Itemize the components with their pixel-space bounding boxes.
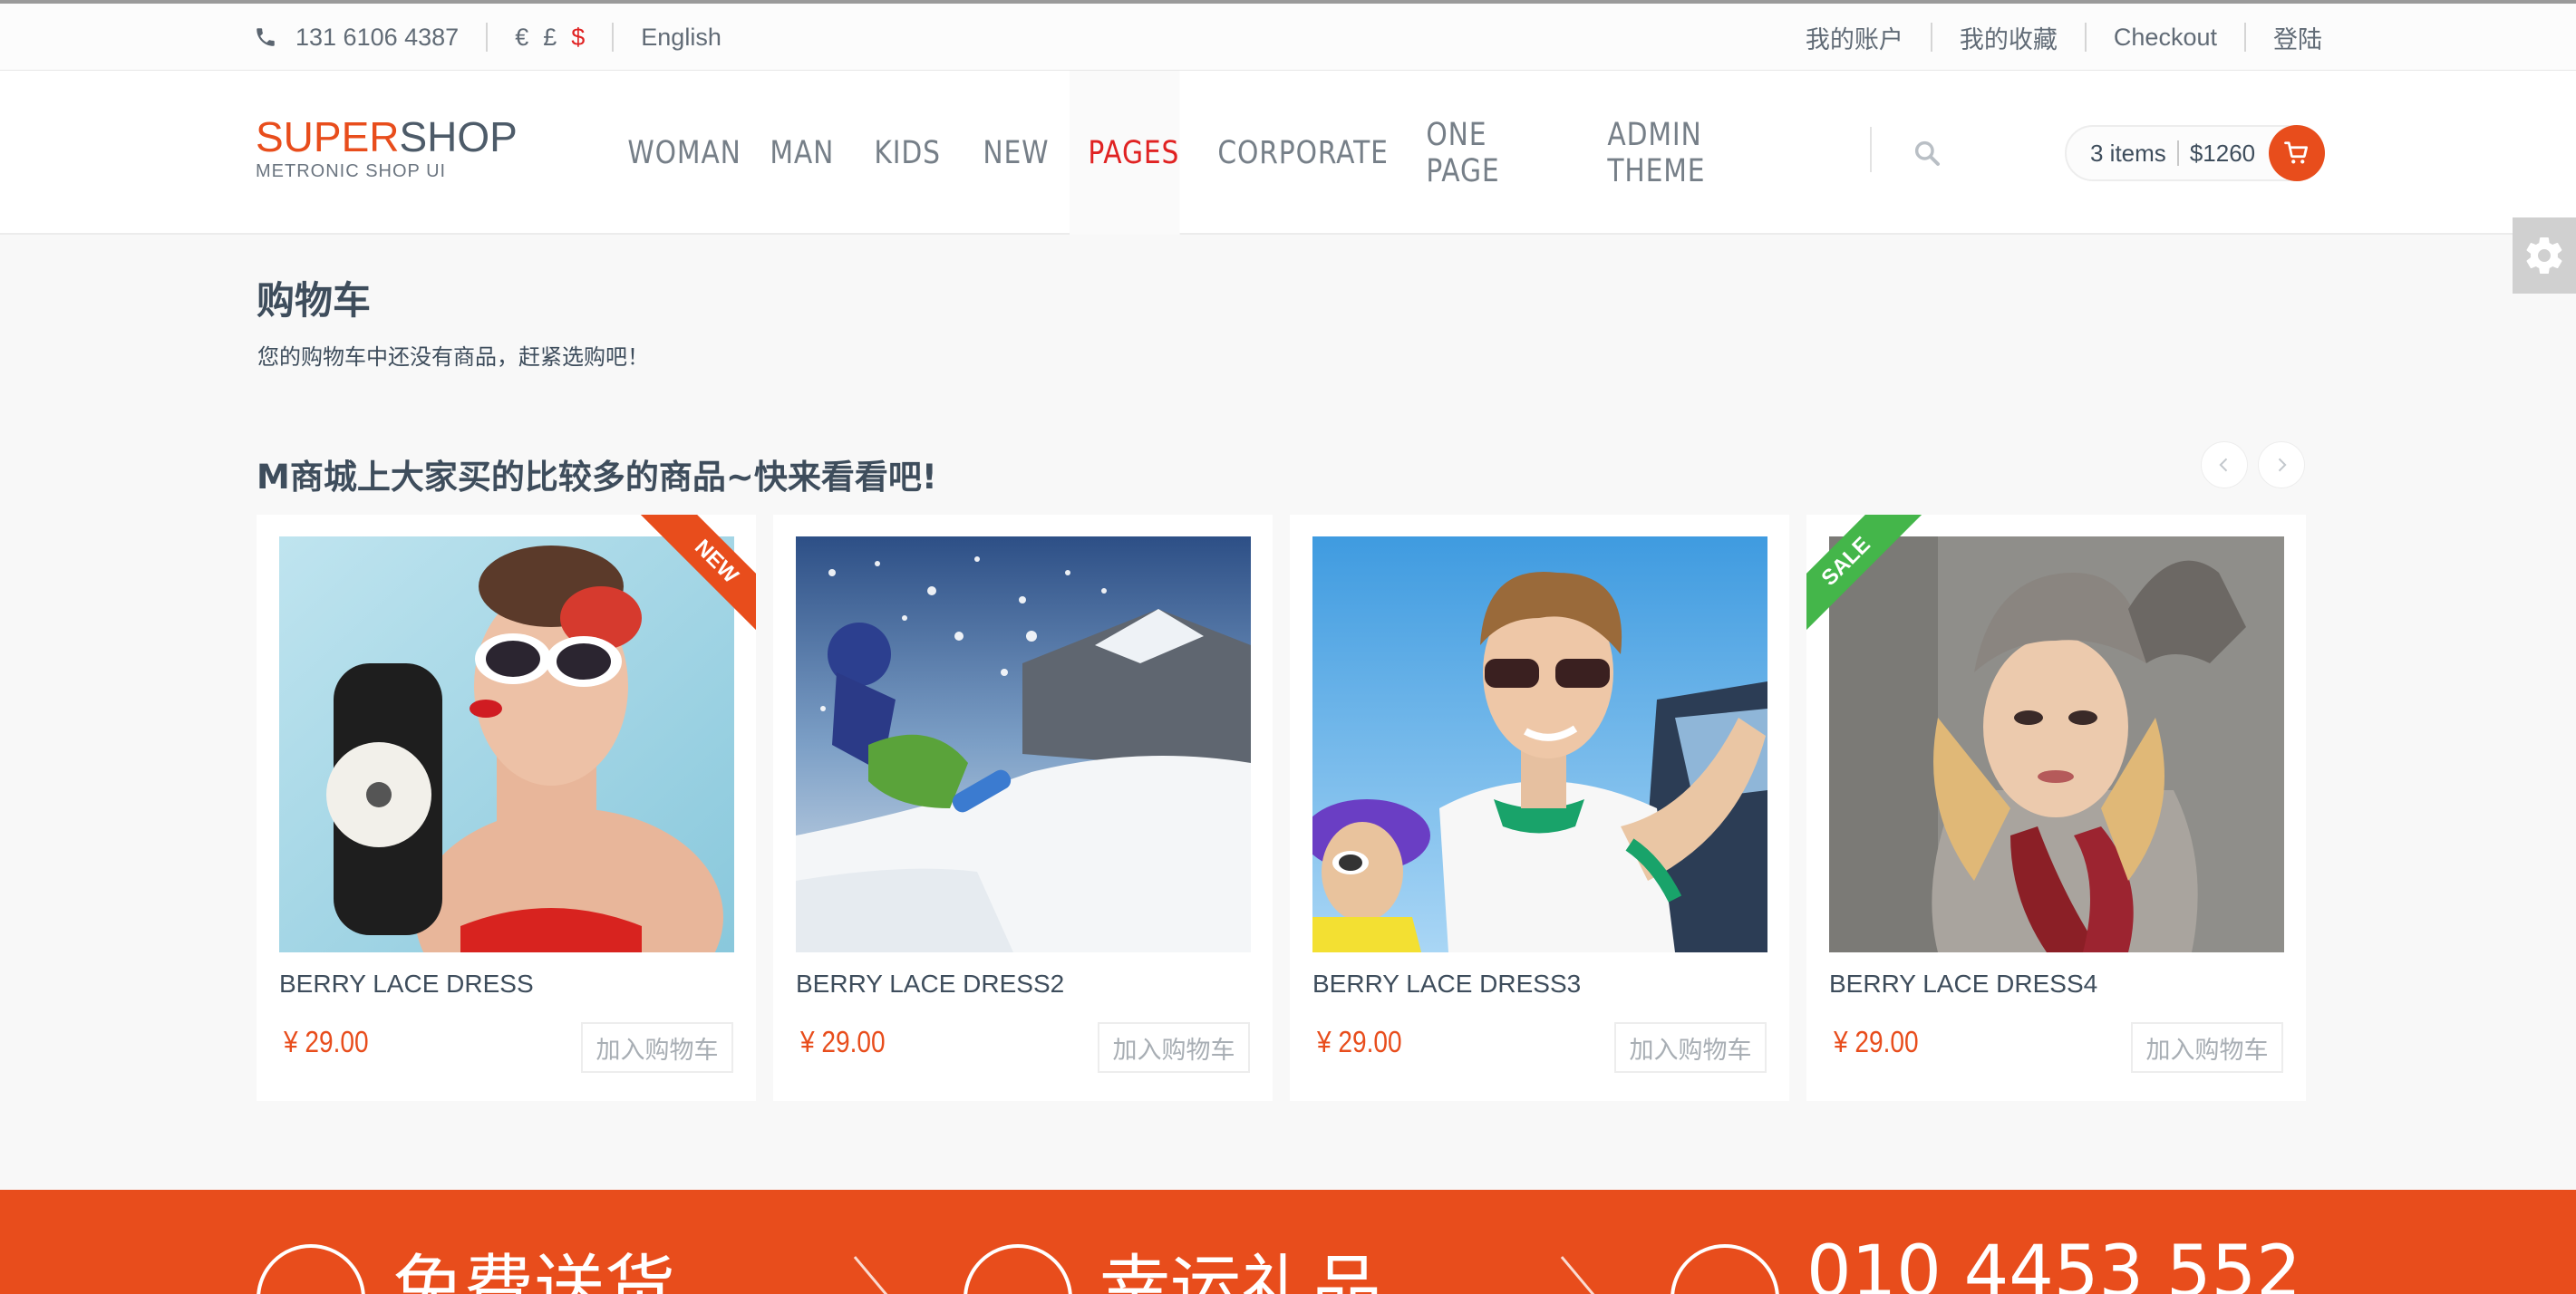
ribbon-label: SALE	[1806, 515, 1924, 633]
product-card[interactable]: BERRY LACE DRESS4 ¥ 29.00 加入购物车 SALE	[1806, 515, 2306, 1101]
nav-divider	[1870, 127, 1872, 172]
my-account-link[interactable]: 我的账户	[1806, 20, 1903, 55]
divider	[612, 23, 615, 52]
nav-item-one-page[interactable]: ONE PAGE	[1408, 71, 1562, 235]
cart-item-count: 3 items	[2090, 139, 2166, 167]
phone-icon	[257, 28, 275, 46]
product-card[interactable]: BERRY LACE DRESS3 ¥ 29.00 加入购物车	[1290, 515, 1789, 1101]
currency-dollar[interactable]: $	[571, 24, 585, 52]
nav-item-corporate[interactable]: CORPORATE	[1199, 71, 1388, 235]
logo[interactable]: SUPERSHOP METRONIC SHOP UI	[256, 114, 518, 182]
nav-item-pages[interactable]: PAGES	[1070, 71, 1180, 235]
divider	[1930, 23, 1932, 52]
carousel-prev-button[interactable]	[2201, 441, 2248, 488]
product-name[interactable]: BERRY LACE DRESS2	[796, 970, 1064, 999]
product-image[interactable]	[796, 536, 1251, 952]
product-name[interactable]: BERRY LACE DRESS4	[1829, 970, 2097, 999]
promo-label: 免费送货	[392, 1248, 676, 1294]
currency-euro[interactable]: €	[515, 24, 528, 52]
top-bar-left: 131 6106 4387 € £ $ English	[254, 4, 721, 71]
product-price: ¥ 29.00	[284, 1025, 369, 1058]
top-bar: 131 6106 4387 € £ $ English 我的账户 我的收藏 Ch…	[0, 0, 2576, 71]
page-title: 购物车	[257, 278, 372, 323]
product-photo-snowboarder	[796, 536, 1251, 952]
nav-item-admin-theme[interactable]: ADMIN THEME	[1589, 71, 1789, 235]
divider	[2176, 140, 2179, 166]
nav-item-man[interactable]: MAN	[751, 71, 840, 235]
gift-icon	[964, 1244, 1072, 1294]
phone-number: 131 6106 4387	[295, 23, 460, 51]
settings-toggle[interactable]	[2513, 217, 2576, 294]
new-ribbon: NEW	[638, 515, 756, 633]
divider	[486, 23, 489, 52]
shopping-cart-icon	[2284, 141, 2308, 164]
nav-item-kids[interactable]: KIDS	[856, 71, 948, 235]
currency-pound[interactable]: £	[543, 24, 557, 52]
ribbon-label: NEW	[638, 515, 756, 633]
product-photo-man-sunglasses	[1312, 536, 1767, 952]
add-to-cart-button[interactable]: 加入购物车	[1098, 1022, 1250, 1073]
product-image[interactable]	[1312, 536, 1767, 952]
recommend-section-title: M商城上大家买的比较多的商品~快来看看吧!	[257, 458, 937, 497]
divider	[1560, 1256, 1633, 1294]
cart-summary[interactable]: 3 items $1260	[2065, 125, 2325, 181]
divider	[2084, 23, 2087, 52]
promo-label: 010 4453 552	[1806, 1231, 2301, 1294]
promo-lucky-gift: 幸运礼品	[964, 1190, 1382, 1294]
logo-part-shop: SHOP	[399, 113, 518, 160]
logo-part-super: SUPER	[256, 113, 400, 160]
logo-text: SUPERSHOP	[256, 114, 518, 159]
add-to-cart-button[interactable]: 加入购物车	[1614, 1022, 1767, 1073]
phone-icon	[1671, 1244, 1779, 1294]
gear-icon	[2526, 237, 2562, 275]
product-name[interactable]: BERRY LACE DRESS3	[1312, 970, 1581, 999]
top-bar-right: 我的账户 我的收藏 Checkout 登陆	[1806, 4, 2322, 71]
product-name[interactable]: BERRY LACE DRESS	[279, 970, 534, 999]
product-card[interactable]: BERRY LACE DRESS2 ¥ 29.00 加入购物车	[773, 515, 1273, 1101]
nav-item-new[interactable]: NEW	[964, 71, 1054, 235]
add-to-cart-button[interactable]: 加入购物车	[2131, 1022, 2283, 1073]
carousel-next-button[interactable]	[2258, 441, 2305, 488]
cart-total: $1260	[2189, 139, 2256, 167]
checkout-link[interactable]: Checkout	[2114, 24, 2217, 52]
promo-label: 幸运礼品	[1099, 1248, 1383, 1294]
empty-cart-message: 您的购物车中还没有商品，赶紧选购吧！	[257, 344, 649, 370]
add-to-cart-button[interactable]: 加入购物车	[581, 1022, 733, 1073]
site-header: SUPERSHOP METRONIC SHOP UI WOMAN MAN KID…	[0, 71, 2576, 235]
divider	[853, 1256, 926, 1294]
divider	[2244, 23, 2246, 52]
language-selector[interactable]: English	[641, 24, 721, 52]
product-card[interactable]: BERRY LACE DRESS ¥ 29.00 加入购物车 NEW	[257, 515, 756, 1101]
promo-band: 免费送货 幸运礼品 010 4453 552	[0, 1190, 2576, 1294]
nav-item-woman[interactable]: WOMAN	[609, 71, 741, 235]
cart-button[interactable]	[2269, 125, 2325, 181]
search-icon[interactable]	[1913, 139, 1942, 168]
login-link[interactable]: 登陆	[2273, 20, 2322, 55]
product-price: ¥ 29.00	[800, 1025, 886, 1058]
product-price: ¥ 29.00	[1317, 1025, 1402, 1058]
product-price: ¥ 29.00	[1834, 1025, 1919, 1058]
main-nav: WOMAN MAN KIDS NEW PAGES CORPORATE ONE P…	[609, 71, 1825, 235]
promo-phone: 010 4453 552	[1671, 1190, 2301, 1294]
truck-icon	[257, 1244, 365, 1294]
my-wishlist-link[interactable]: 我的收藏	[1960, 20, 2058, 55]
chevron-left-icon	[2219, 458, 2228, 472]
sale-ribbon: SALE	[1806, 515, 1924, 633]
logo-subtitle: METRONIC SHOP UI	[256, 161, 447, 181]
chevron-right-icon	[2278, 458, 2287, 472]
promo-free-shipping: 免费送货	[257, 1190, 675, 1294]
